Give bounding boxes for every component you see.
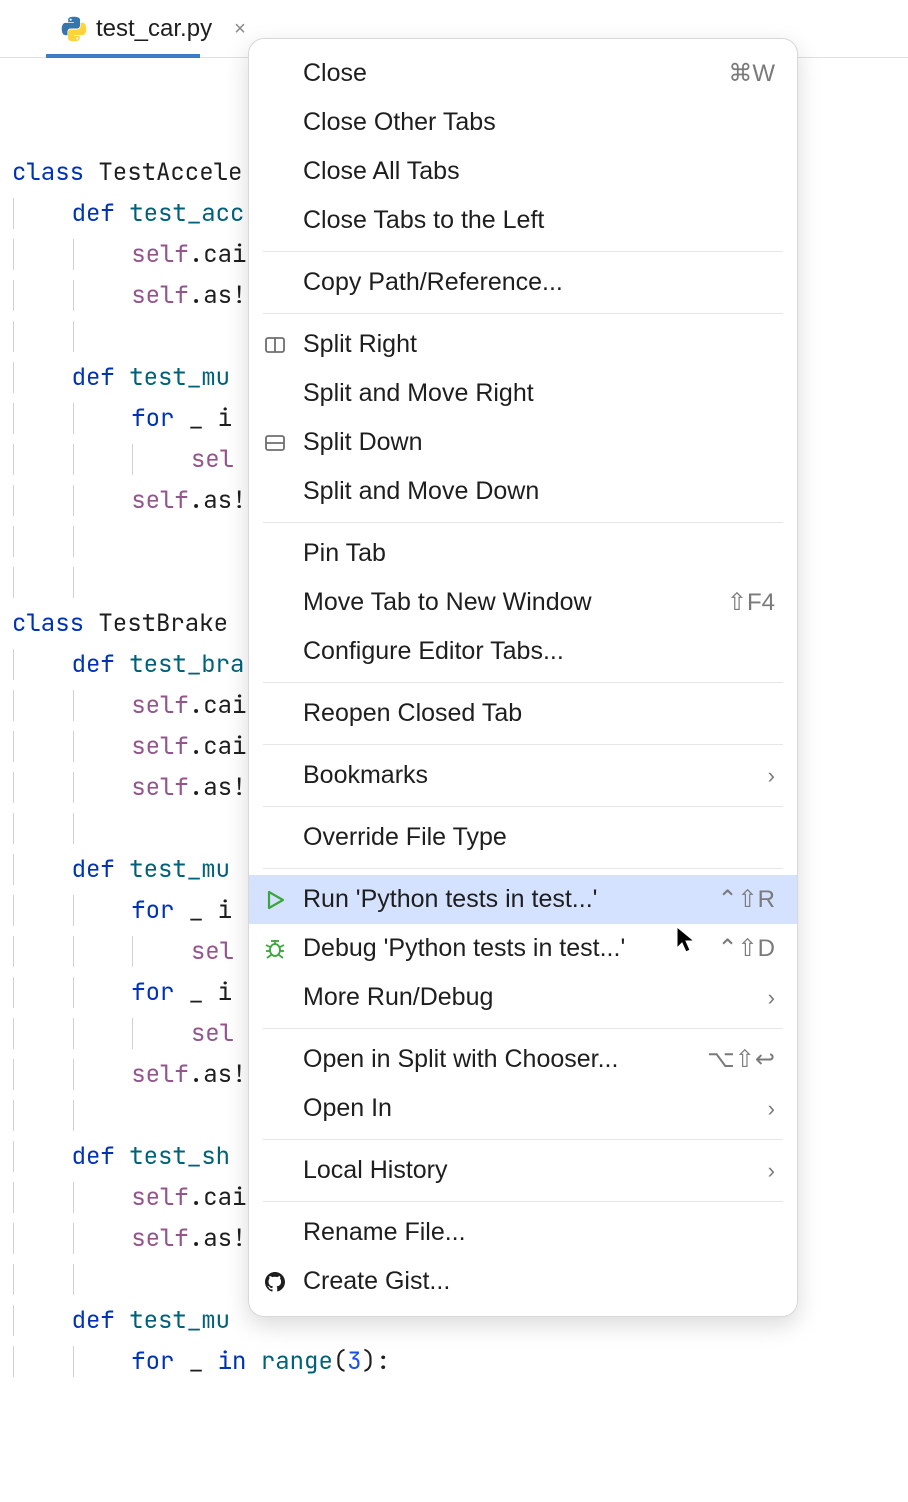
menu-shortcut: ⌘W xyxy=(728,59,775,88)
menu-item-move-tab-to-new-window[interactable]: Move Tab to New Window ⇧F4 xyxy=(249,578,797,627)
menu-item-close-other-tabs[interactable]: Close Other Tabs xyxy=(249,98,797,147)
menu-shortcut: ⇧F4 xyxy=(727,588,775,617)
menu-item-open-in[interactable]: Open In › xyxy=(249,1084,797,1133)
menu-separator xyxy=(263,313,783,314)
menu-item-label: Bookmarks xyxy=(303,761,754,790)
menu-item-split-and-move-down[interactable]: Split and Move Down xyxy=(249,467,797,516)
menu-separator xyxy=(263,522,783,523)
menu-item-label: Copy Path/Reference... xyxy=(303,268,775,297)
menu-separator xyxy=(263,744,783,745)
menu-item-split-and-move-right[interactable]: Split and Move Right xyxy=(249,369,797,418)
menu-item-label: Close Other Tabs xyxy=(303,108,775,137)
menu-item-label: Rename File... xyxy=(303,1218,775,1247)
menu-item-debug-python-tests-in-test[interactable]: Debug 'Python tests in test...' ⌃⇧D xyxy=(249,924,797,973)
menu-item-label: Reopen Closed Tab xyxy=(303,699,775,728)
menu-item-label: Debug 'Python tests in test...' xyxy=(303,934,703,963)
menu-shortcut: ⌃⇧D xyxy=(717,934,775,963)
menu-item-override-file-type[interactable]: Override File Type xyxy=(249,813,797,862)
menu-item-configure-editor-tabs[interactable]: Configure Editor Tabs... xyxy=(249,627,797,676)
split-right-icon xyxy=(263,333,303,357)
menu-separator xyxy=(263,1201,783,1202)
menu-item-more-run-debug[interactable]: More Run/Debug › xyxy=(249,973,797,1022)
menu-item-label: Move Tab to New Window xyxy=(303,588,713,617)
menu-item-label: Close Tabs to the Left xyxy=(303,206,775,235)
code-line[interactable]: for _ in range(3): xyxy=(12,1341,908,1382)
menu-item-label: Close All Tabs xyxy=(303,157,775,186)
menu-item-split-down[interactable]: Split Down xyxy=(249,418,797,467)
menu-item-label: Override File Type xyxy=(303,823,775,852)
tab-label: test_car.py xyxy=(96,15,212,43)
menu-separator xyxy=(263,251,783,252)
menu-item-label: Configure Editor Tabs... xyxy=(303,637,775,666)
debug-icon xyxy=(263,937,303,961)
menu-item-label: Split Down xyxy=(303,428,775,457)
menu-item-split-right[interactable]: Split Right xyxy=(249,320,797,369)
split-down-icon xyxy=(263,431,303,455)
close-icon[interactable]: × xyxy=(234,19,246,39)
menu-item-close-tabs-to-the-left[interactable]: Close Tabs to the Left xyxy=(249,196,797,245)
menu-shortcut: ⌥⇧↩ xyxy=(707,1045,775,1074)
menu-item-label: Open In xyxy=(303,1094,754,1123)
menu-item-run-python-tests-in-test[interactable]: Run 'Python tests in test...' ⌃⇧R xyxy=(249,875,797,924)
menu-item-label: Local History xyxy=(303,1156,754,1185)
menu-shortcut: ⌃⇧R xyxy=(717,885,775,914)
run-icon xyxy=(263,888,303,912)
menu-item-bookmarks[interactable]: Bookmarks › xyxy=(249,751,797,800)
menu-item-label: Split Right xyxy=(303,330,775,359)
menu-item-local-history[interactable]: Local History › xyxy=(249,1146,797,1195)
menu-separator xyxy=(263,1139,783,1140)
menu-item-pin-tab[interactable]: Pin Tab xyxy=(249,529,797,578)
menu-item-create-gist[interactable]: Create Gist... xyxy=(249,1257,797,1306)
menu-item-label: Close xyxy=(303,59,714,88)
menu-item-label: Split and Move Right xyxy=(303,379,775,408)
menu-item-open-in-split-with-chooser[interactable]: Open in Split with Chooser... ⌥⇧↩ xyxy=(249,1035,797,1084)
context-menu: Close ⌘W Close Other Tabs Close All Tabs Clo… xyxy=(248,38,798,1317)
menu-item-label: Run 'Python tests in test...' xyxy=(303,885,703,914)
chevron-right-icon: › xyxy=(768,1096,775,1122)
menu-item-label: Split and Move Down xyxy=(303,477,775,506)
github-icon xyxy=(263,1270,303,1294)
menu-item-label: Pin Tab xyxy=(303,539,775,568)
menu-item-label: Create Gist... xyxy=(303,1267,775,1296)
menu-separator xyxy=(263,1028,783,1029)
menu-separator xyxy=(263,682,783,683)
python-icon xyxy=(60,15,88,43)
menu-item-label: More Run/Debug xyxy=(303,983,754,1012)
menu-item-reopen-closed-tab[interactable]: Reopen Closed Tab xyxy=(249,689,797,738)
chevron-right-icon: › xyxy=(768,1158,775,1184)
menu-item-rename-file[interactable]: Rename File... xyxy=(249,1208,797,1257)
menu-separator xyxy=(263,806,783,807)
file-tab[interactable]: test_car.py × xyxy=(46,0,260,57)
chevron-right-icon: › xyxy=(768,763,775,789)
menu-item-close-all-tabs[interactable]: Close All Tabs xyxy=(249,147,797,196)
menu-item-label: Open in Split with Chooser... xyxy=(303,1045,693,1074)
menu-item-copy-path-reference[interactable]: Copy Path/Reference... xyxy=(249,258,797,307)
menu-item-close[interactable]: Close ⌘W xyxy=(249,49,797,98)
chevron-right-icon: › xyxy=(768,985,775,1011)
menu-separator xyxy=(263,868,783,869)
